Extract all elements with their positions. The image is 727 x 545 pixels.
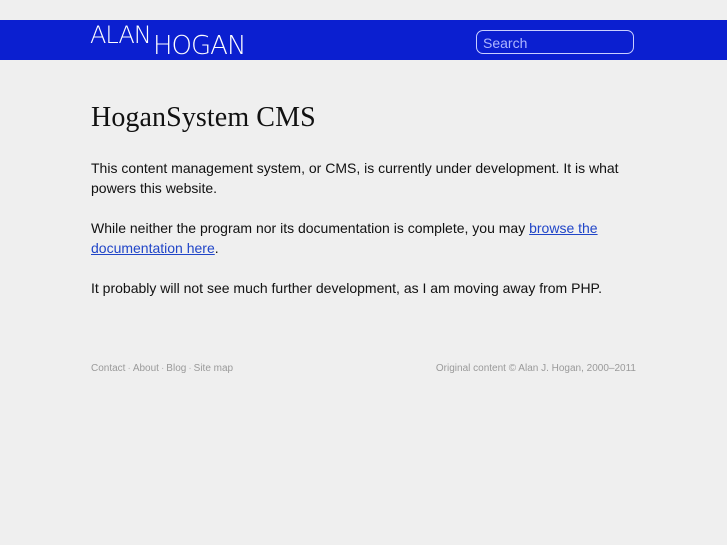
paragraph-intro: This content management system, or CMS, … bbox=[91, 160, 619, 196]
footer-separator: · bbox=[188, 363, 192, 374]
footer-link-blog[interactable]: Blog bbox=[166, 363, 186, 374]
top-strip bbox=[0, 0, 727, 20]
paragraph-documentation: While neither the program nor its docume… bbox=[91, 218, 636, 258]
search-input[interactable] bbox=[476, 30, 634, 54]
main-content: HoganSystem CMS This content management … bbox=[91, 100, 636, 298]
paragraph-php-note: It probably will not see much further de… bbox=[91, 280, 602, 296]
paragraph-documentation-prefix: While neither the program nor its docume… bbox=[91, 220, 530, 236]
footer-link-site-map[interactable]: Site map bbox=[194, 363, 233, 374]
footer-nav: Contact · About · Blog · Site map bbox=[91, 363, 233, 375]
footer-separator: · bbox=[127, 363, 131, 374]
site-footer: Contact · About · Blog · Site map Original con… bbox=[91, 363, 636, 377]
site-logo[interactable]: ALAN HOGAN bbox=[90, 23, 250, 59]
footer-link-about[interactable]: About bbox=[133, 363, 159, 374]
page-title: HoganSystem CMS bbox=[91, 102, 316, 133]
footer-copyright: Original content © Alan J. Hogan, 2000–2… bbox=[435, 363, 636, 374]
site-header: ALAN HOGAN bbox=[0, 20, 727, 60]
paragraph-documentation-suffix: . bbox=[214, 240, 219, 256]
footer-link-contact[interactable]: Contact bbox=[91, 363, 125, 374]
logo-word-alan: ALAN bbox=[90, 21, 152, 49]
logo-word-hogan: HOGAN bbox=[153, 31, 246, 61]
